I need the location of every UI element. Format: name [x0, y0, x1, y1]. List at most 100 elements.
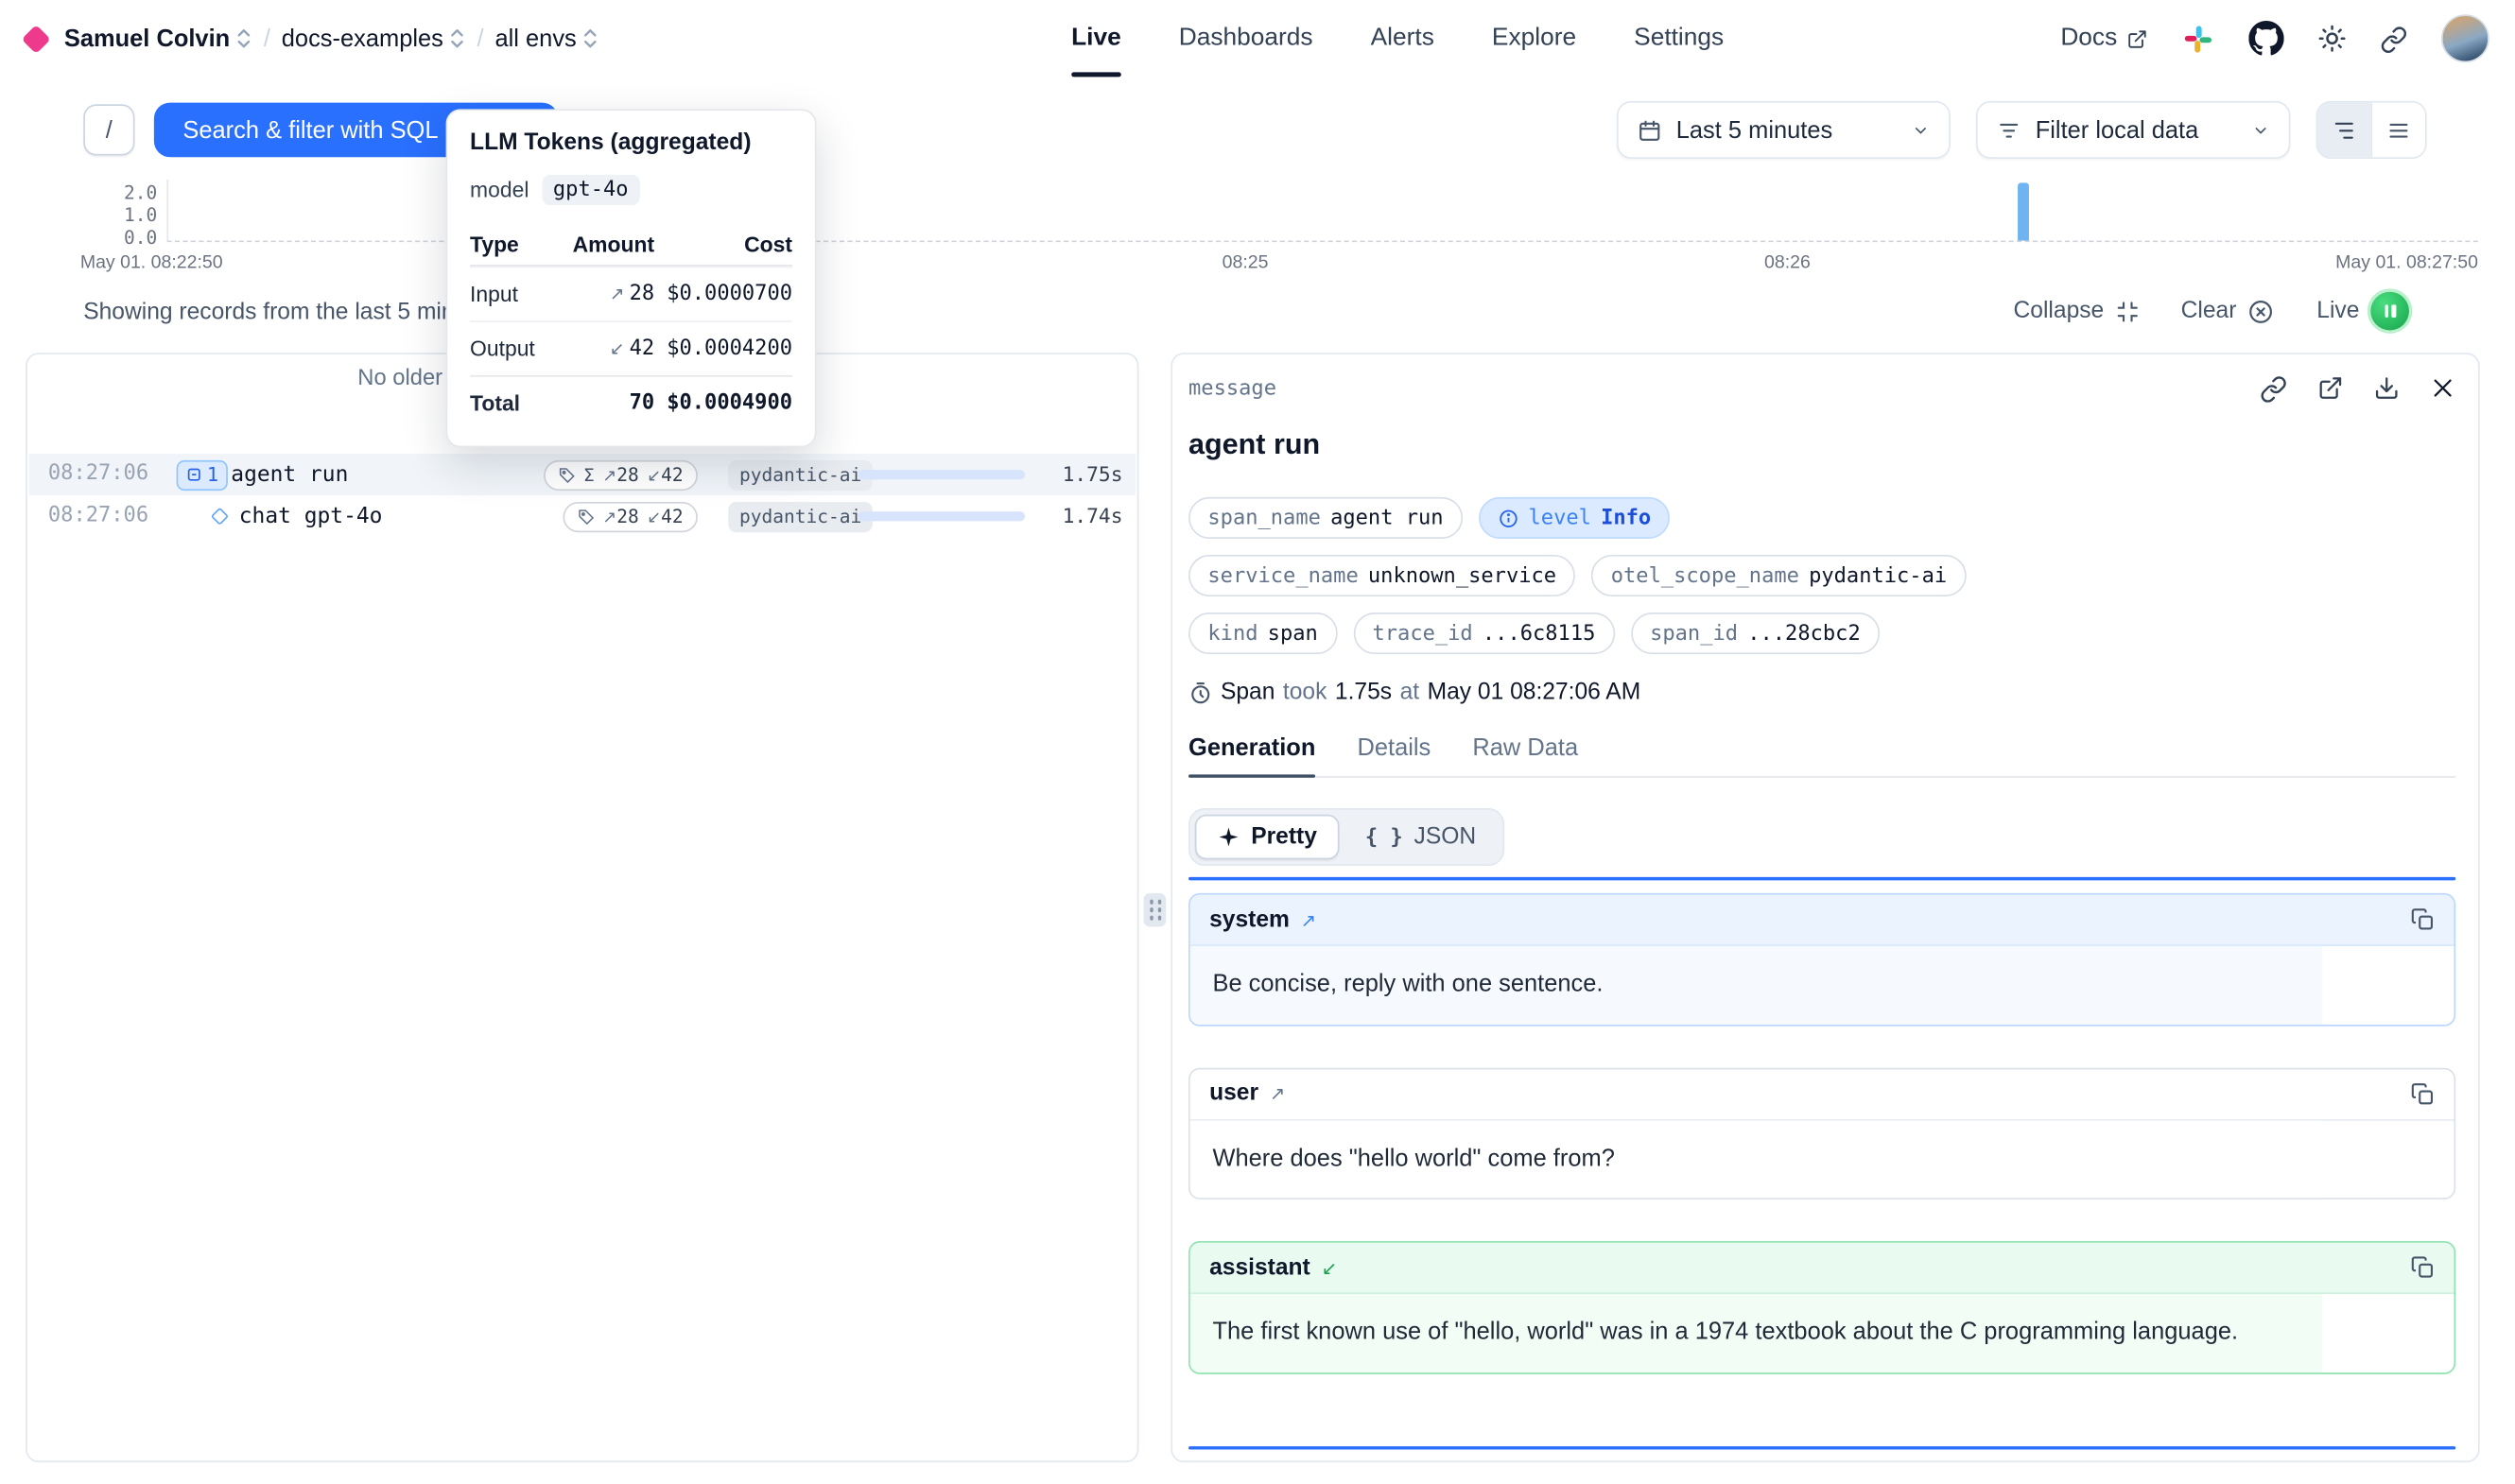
close-icon [2430, 375, 2455, 401]
pill-service-name[interactable]: service_nameunknown_service [1188, 555, 1575, 596]
tokens-row-input: Input ↗28 $0.0000700 [470, 267, 792, 321]
external-link-icon [2126, 28, 2147, 49]
sigma-icon: Σ [583, 464, 595, 485]
nav-tab-explore[interactable]: Explore [1492, 0, 1576, 77]
list-view-button[interactable] [2370, 103, 2425, 158]
slack-button[interactable] [2181, 22, 2215, 56]
top-nav: Samuel Colvin / docs-examples / all envs… [0, 0, 2515, 77]
token-usage-chip: ↗28 ↙42 [563, 501, 698, 531]
span-detail-panel: message agent run [1171, 353, 2479, 1462]
copy-icon [2411, 1255, 2435, 1279]
theme-toggle-button[interactable] [2317, 24, 2347, 53]
nav-tab-alerts[interactable]: Alerts [1371, 0, 1434, 77]
nav-tab-settings[interactable]: Settings [1634, 0, 1724, 77]
model-value-chip: gpt-4o [542, 175, 639, 205]
clear-button[interactable]: Clear [2181, 298, 2276, 325]
tree-view-button[interactable] [2317, 103, 2370, 158]
message-assistant: assistant ↙ The first known use of "hell… [1188, 1241, 2455, 1373]
message-user: user ↗ Where does "hello world" come fro… [1188, 1067, 2455, 1199]
message-text: The first known use of "hello, world" wa… [1190, 1294, 2323, 1372]
slash-shortcut-key[interactable]: / [83, 104, 134, 155]
nav-tab-live[interactable]: Live [1071, 0, 1121, 77]
selector-chevrons-icon [450, 27, 466, 50]
external-link-icon [2317, 375, 2343, 401]
pill-otel-scope-name[interactable]: otel_scope_namepydantic-ai [1591, 555, 1966, 596]
pill-trace-id[interactable]: trace_id...6c8115 [1353, 613, 1615, 654]
tooltip-title: LLM Tokens (aggregated) [470, 129, 792, 155]
panel-resize-handle[interactable] [1144, 893, 1167, 927]
copy-message-button[interactable] [2411, 907, 2435, 931]
org-name: Samuel Colvin [64, 25, 230, 52]
calendar-icon [1638, 118, 1661, 142]
collapse-button[interactable]: Collapse [2014, 299, 2140, 324]
nav-tab-dashboards[interactable]: Dashboards [1179, 0, 1313, 77]
tag-icon [577, 508, 595, 526]
copy-message-button[interactable] [2411, 1081, 2435, 1105]
scope-tag[interactable]: pydantic-ai [728, 501, 873, 531]
message-text: Where does "hello world" come from? [1190, 1120, 2323, 1198]
project-switcher[interactable]: docs-examples [282, 25, 466, 52]
filter-local-data-select[interactable]: Filter local data [1976, 101, 2290, 159]
stopwatch-icon [1188, 681, 1212, 704]
status-actions: Collapse Clear Live [2014, 292, 2409, 331]
detail-tabs: Generation Details Raw Data [1188, 734, 2455, 778]
trace-list-panel: No older records 08:27:06 1 agent run Σ … [26, 353, 1138, 1462]
tab-raw-data[interactable]: Raw Data [1472, 734, 1578, 776]
filter-icon [1997, 118, 2021, 142]
scroll-edge-top [1188, 877, 2455, 880]
scope-tag[interactable]: pydantic-ai [728, 459, 873, 490]
input-arrow-icon: ↗ [602, 509, 616, 527]
children-count-badge[interactable]: 1 [177, 459, 229, 490]
span-name: chat gpt-4o [239, 503, 383, 528]
token-usage-chip: Σ ↗28 ↙42 [544, 459, 698, 490]
open-in-new-button[interactable] [2317, 375, 2343, 401]
histogram-bar[interactable] [2019, 182, 2030, 240]
message-header: user ↗ [1190, 1069, 2454, 1120]
close-panel-button[interactable] [2430, 375, 2455, 401]
list-view-icon [2386, 118, 2410, 142]
json-toggle-button[interactable]: { } JSON [1343, 815, 1499, 859]
copy-icon [2411, 1081, 2435, 1105]
pill-kind[interactable]: kindspan [1188, 613, 1337, 654]
pill-span-id[interactable]: span_id...28cbc2 [1631, 613, 1880, 654]
message-role: system [1209, 906, 1290, 932]
github-icon [2248, 21, 2283, 56]
row-timestamp: 08:27:06 [48, 504, 148, 527]
trace-row-agent-run[interactable]: 08:27:06 1 agent run Σ ↗28 ↙42 pydantic-… [29, 454, 1136, 495]
tokens-table-header: Type Amount Cost [470, 224, 792, 266]
pill-level[interactable]: levelInfo [1479, 497, 1671, 539]
org-switcher[interactable]: Samuel Colvin [64, 25, 252, 52]
duration-bar [859, 470, 1025, 479]
user-avatar[interactable] [2441, 14, 2489, 62]
chevron-down-icon [2252, 121, 2270, 139]
tokens-table: Type Amount Cost Input ↗28 $0.0000700 Ou… [470, 224, 792, 429]
tab-details[interactable]: Details [1357, 734, 1431, 776]
info-icon [1498, 508, 1518, 528]
live-toggle[interactable]: Live [2316, 292, 2409, 331]
breadcrumb: Samuel Colvin / docs-examples / all envs [26, 25, 735, 52]
input-arrow-icon: ↗ [610, 284, 625, 304]
github-button[interactable] [2248, 21, 2283, 56]
record-kind-label: message [1188, 376, 1276, 400]
grip-dots-icon [1150, 908, 1153, 912]
message-text: Be concise, reply with one sentence. [1190, 946, 2323, 1024]
environment-switcher[interactable]: all envs [494, 25, 598, 52]
sparkle-icon [1218, 826, 1240, 849]
docs-link[interactable]: Docs [2060, 24, 2147, 53]
copy-message-button[interactable] [2411, 1255, 2435, 1279]
span-diamond-icon [211, 508, 229, 526]
time-range-select[interactable]: Last 5 minutes [1617, 101, 1951, 159]
chart-y-axis: 2.0 1.0 0.0 [103, 181, 158, 249]
pill-span-name[interactable]: span_nameagent run [1188, 497, 1463, 539]
environment-name: all envs [494, 25, 576, 52]
message-header: system ↗ [1190, 895, 2454, 946]
tab-generation[interactable]: Generation [1188, 734, 1315, 776]
share-link-button[interactable] [2380, 25, 2407, 52]
dock-panel-button[interactable] [2374, 375, 2400, 401]
pretty-toggle-button[interactable]: Pretty [1195, 815, 1340, 859]
main-nav: Live Dashboards Alerts Explore Settings [735, 0, 2060, 77]
copy-link-button[interactable] [2260, 374, 2287, 402]
slack-icon [2181, 22, 2215, 56]
trace-row-chat-gpt-4o[interactable]: 08:27:06 chat gpt-4o ↗28 ↙42 pydantic-ai… [29, 495, 1136, 537]
link-icon [2380, 25, 2407, 52]
